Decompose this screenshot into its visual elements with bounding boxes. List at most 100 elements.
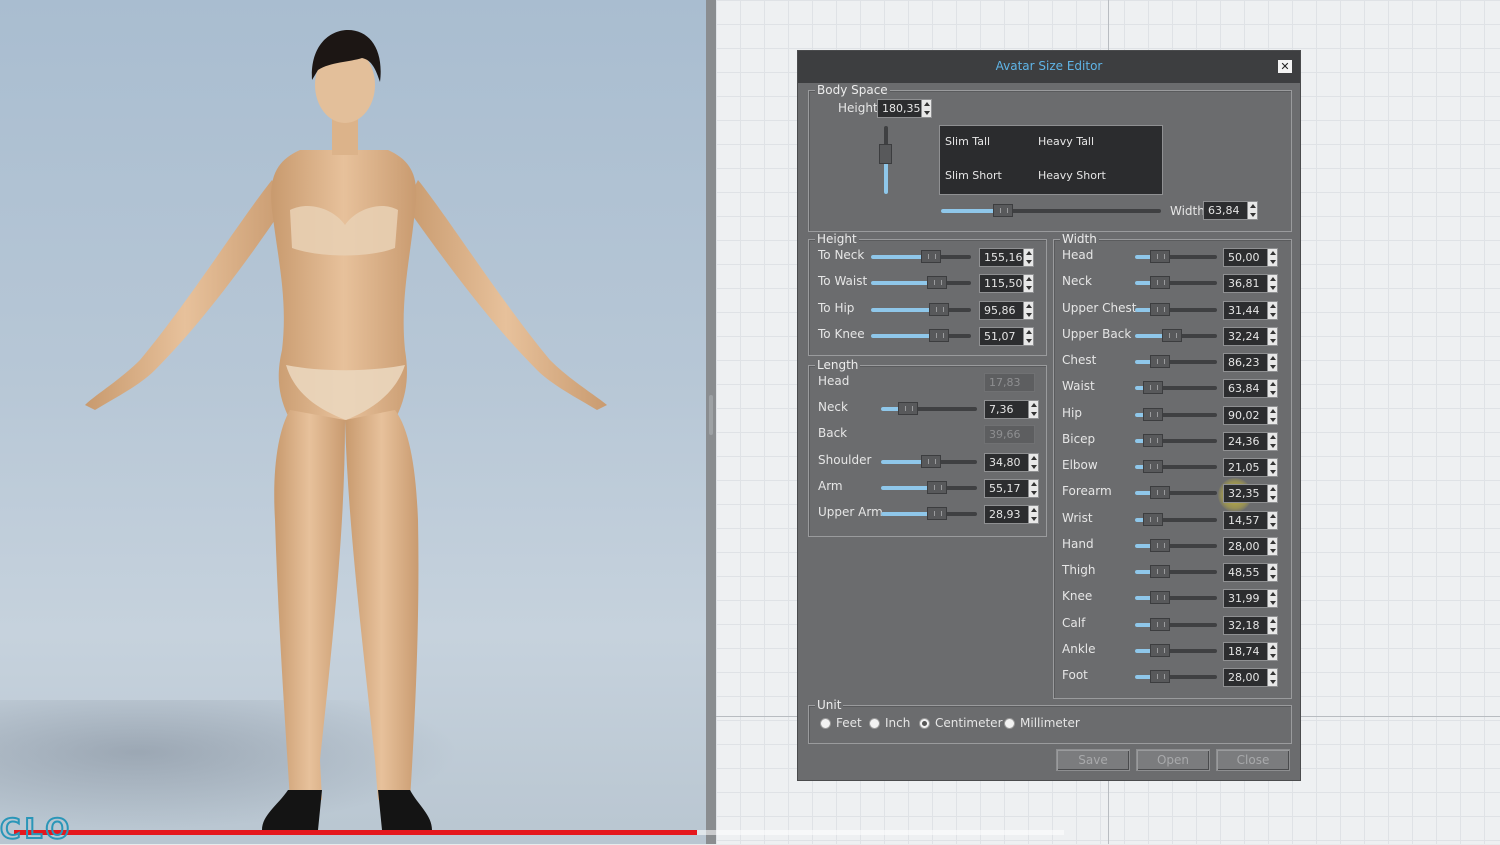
- width-knee-spinner-value[interactable]: 31,99: [1223, 589, 1268, 609]
- width-hip-spinner[interactable]: 90,02: [1223, 405, 1279, 425]
- length-upper-arm-spinner-value[interactable]: 28,93: [984, 505, 1029, 524]
- width-foot-spinner-stepper[interactable]: [1267, 668, 1278, 687]
- height-to-waist-slider[interactable]: [871, 276, 971, 290]
- divider-grip[interactable]: [709, 395, 713, 435]
- width-bicep-spinner[interactable]: 24,36: [1223, 431, 1279, 451]
- width-ankle-spinner[interactable]: 18,74: [1223, 641, 1279, 661]
- unit-radio-centimeter[interactable]: [919, 718, 930, 729]
- body-width-slider[interactable]: [941, 204, 1161, 217]
- width-forearm-slider[interactable]: [1135, 486, 1217, 500]
- body-height-spinner[interactable]: 180,35: [877, 99, 933, 118]
- width-chest-slider[interactable]: [1135, 355, 1217, 368]
- height-to-knee-spinner-value[interactable]: 51,07: [979, 326, 1024, 346]
- width-upper-back-spinner[interactable]: 32,24: [1223, 326, 1279, 346]
- width-calf-spinner[interactable]: 32,18: [1223, 615, 1279, 635]
- width-chest-spinner-stepper[interactable]: [1267, 353, 1278, 372]
- width-knee-spinner-stepper[interactable]: [1267, 589, 1278, 609]
- length-shoulder-slider-thumb[interactable]: [920, 454, 941, 468]
- width-hip-spinner-stepper[interactable]: [1267, 405, 1278, 425]
- height-to-waist-spinner-stepper[interactable]: [1023, 274, 1034, 294]
- length-arm-slider[interactable]: [881, 480, 977, 494]
- unit-label-inch[interactable]: Inch: [885, 716, 910, 730]
- slim-tall-cell[interactable]: Slim Tall: [945, 135, 990, 148]
- width-forearm-spinner-stepper[interactable]: [1267, 484, 1278, 504]
- width-hand-spinner-value[interactable]: 28,00: [1223, 536, 1268, 556]
- width-hand-slider-thumb[interactable]: [1149, 538, 1170, 552]
- width-hand-slider[interactable]: [1135, 538, 1217, 552]
- width-neck-spinner-stepper[interactable]: [1267, 274, 1278, 294]
- width-calf-slider[interactable]: [1135, 617, 1217, 631]
- length-arm-spinner-value[interactable]: 55,17: [984, 478, 1029, 498]
- width-ankle-slider-thumb[interactable]: [1149, 643, 1170, 657]
- height-to-hip-slider-thumb[interactable]: [929, 302, 949, 316]
- length-upper-arm-slider-thumb[interactable]: [926, 507, 947, 520]
- height-to-knee-slider-thumb[interactable]: [929, 328, 949, 342]
- width-wrist-spinner-stepper[interactable]: [1267, 510, 1278, 530]
- width-foot-slider[interactable]: [1135, 670, 1217, 683]
- width-knee-spinner[interactable]: 31,99: [1223, 589, 1279, 609]
- body-width-stepper[interactable]: [1247, 201, 1258, 220]
- width-ankle-slider[interactable]: [1135, 643, 1217, 657]
- width-forearm-slider-thumb[interactable]: [1149, 486, 1170, 500]
- unit-label-millimeter[interactable]: Millimeter: [1020, 716, 1080, 730]
- width-hand-spinner[interactable]: 28,00: [1223, 536, 1279, 556]
- height-to-neck-slider[interactable]: [871, 250, 971, 263]
- width-thigh-spinner-value[interactable]: 48,55: [1223, 563, 1268, 582]
- width-head-slider-thumb[interactable]: [1149, 250, 1170, 263]
- length-shoulder-spinner-value[interactable]: 34,80: [984, 452, 1029, 472]
- length-arm-spinner[interactable]: 55,17: [984, 478, 1040, 498]
- width-forearm-spinner[interactable]: 32,35: [1223, 484, 1279, 504]
- height-to-hip-spinner-stepper[interactable]: [1023, 300, 1034, 320]
- length-upper-arm-slider[interactable]: [881, 507, 977, 520]
- width-waist-slider[interactable]: [1135, 381, 1217, 395]
- heavy-tall-cell[interactable]: Heavy Tall: [1038, 135, 1094, 148]
- width-neck-spinner[interactable]: 36,81: [1223, 274, 1279, 294]
- avatar-3d-viewport[interactable]: [0, 0, 706, 844]
- width-foot-spinner-value[interactable]: 28,00: [1223, 668, 1268, 687]
- width-upper-chest-spinner-stepper[interactable]: [1267, 300, 1278, 320]
- width-calf-slider-thumb[interactable]: [1149, 617, 1170, 631]
- width-thigh-spinner[interactable]: 48,55: [1223, 563, 1279, 582]
- width-waist-spinner[interactable]: 63,84: [1223, 379, 1279, 399]
- width-elbow-spinner-value[interactable]: 21,05: [1223, 458, 1268, 477]
- width-wrist-spinner-value[interactable]: 14,57: [1223, 510, 1268, 530]
- length-shoulder-spinner-stepper[interactable]: [1028, 452, 1039, 472]
- length-shoulder-slider[interactable]: [881, 454, 977, 468]
- close-button[interactable]: Close: [1216, 749, 1290, 771]
- width-hip-spinner-value[interactable]: 90,02: [1223, 405, 1268, 425]
- body-height-vslider-thumb[interactable]: [879, 144, 892, 164]
- width-neck-slider-thumb[interactable]: [1149, 276, 1170, 290]
- width-bicep-slider-thumb[interactable]: [1143, 433, 1164, 447]
- width-forearm-spinner-value[interactable]: 32,35: [1223, 484, 1268, 504]
- width-ankle-spinner-value[interactable]: 18,74: [1223, 641, 1268, 661]
- width-head-spinner-value[interactable]: 50,00: [1223, 248, 1268, 267]
- width-knee-slider[interactable]: [1135, 591, 1217, 605]
- width-upper-back-slider[interactable]: [1135, 328, 1217, 342]
- save-button[interactable]: Save: [1056, 749, 1130, 771]
- length-neck-spinner-value[interactable]: 7,36: [984, 400, 1029, 420]
- height-to-hip-slider[interactable]: [871, 302, 971, 316]
- dialog-titlebar[interactable]: Avatar Size Editor ✕: [798, 51, 1300, 83]
- width-neck-slider[interactable]: [1135, 276, 1217, 290]
- width-head-spinner[interactable]: 50,00: [1223, 248, 1279, 267]
- width-waist-spinner-value[interactable]: 63,84: [1223, 379, 1268, 399]
- length-neck-spinner[interactable]: 7,36: [984, 400, 1040, 420]
- width-calf-spinner-stepper[interactable]: [1267, 615, 1278, 635]
- height-to-waist-slider-thumb[interactable]: [927, 276, 947, 290]
- unit-radio-millimeter[interactable]: [1004, 718, 1015, 729]
- height-to-knee-spinner[interactable]: 51,07: [979, 326, 1035, 346]
- width-calf-spinner-value[interactable]: 32,18: [1223, 615, 1268, 635]
- width-upper-back-slider-thumb[interactable]: [1161, 328, 1182, 342]
- width-elbow-spinner[interactable]: 21,05: [1223, 458, 1279, 477]
- width-upper-chest-slider[interactable]: [1135, 302, 1217, 316]
- body-width-value[interactable]: 63,84: [1203, 201, 1248, 220]
- height-to-neck-spinner-value[interactable]: 155,16: [979, 248, 1024, 267]
- width-chest-slider-thumb[interactable]: [1149, 355, 1170, 368]
- body-height-value[interactable]: 180,35: [877, 99, 922, 118]
- height-to-neck-spinner-stepper[interactable]: [1023, 248, 1034, 267]
- width-upper-back-spinner-stepper[interactable]: [1267, 326, 1278, 346]
- width-neck-spinner-value[interactable]: 36,81: [1223, 274, 1268, 294]
- length-neck-slider[interactable]: [881, 402, 977, 416]
- width-ankle-spinner-stepper[interactable]: [1267, 641, 1278, 661]
- width-foot-spinner[interactable]: 28,00: [1223, 668, 1279, 687]
